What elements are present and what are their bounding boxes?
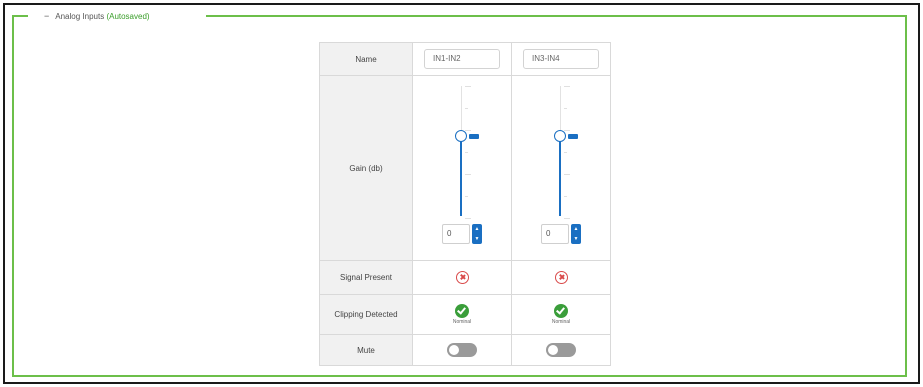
slider-thumb[interactable] (455, 129, 467, 142)
channel-1-clipping-cell: Nominal (412, 294, 512, 335)
channel-2-gain-spinner: 0 ▲ ▼ (541, 224, 581, 244)
channel-2-signal-cell (511, 260, 611, 295)
slider-scale-tick (564, 152, 567, 153)
slider-scale-tick (564, 218, 570, 219)
x-circle-icon (455, 271, 469, 284)
gain-row: Gain (db) 0 ▲ ▼ 0 ▲ ▼ (319, 75, 611, 261)
clipping-status-text: Nominal (551, 319, 571, 325)
clipping-status-text: Nominal (452, 319, 472, 325)
mute-row: Mute (319, 334, 611, 366)
name-label: Name (319, 42, 413, 76)
autosave-status: (Autosaved) (106, 12, 150, 21)
slider-scale-tick (465, 152, 468, 153)
panel-border-right (206, 15, 907, 17)
clipping-detected-row: Clipping Detected Nominal Nominal (319, 294, 611, 335)
slider-fill (460, 135, 462, 216)
panel-border-left (12, 15, 28, 17)
channel-1-gain-cell: 0 ▲ ▼ (412, 75, 512, 261)
check-circle-icon (554, 304, 568, 318)
channel-1-gain-slider[interactable]: 0 ▲ ▼ (413, 76, 511, 260)
signal-present-row: Signal Present (319, 260, 611, 295)
chevron-up-icon[interactable]: ▲ (472, 224, 482, 234)
check-circle-icon (455, 304, 469, 318)
slider-value-flag (568, 133, 578, 139)
toggle-knob (548, 345, 558, 355)
slider-thumb[interactable] (554, 129, 566, 142)
slider-scale-tick (465, 108, 468, 109)
slider-scale-tick (465, 196, 468, 197)
spinner-buttons: ▲ ▼ (472, 224, 482, 244)
slider-scale-tick (564, 86, 570, 87)
signal-present-label: Signal Present (319, 260, 413, 295)
channel-2-gain-slider[interactable]: 0 ▲ ▼ (512, 76, 610, 260)
chevron-up-icon[interactable]: ▲ (571, 224, 581, 234)
channel-1-name-cell: IN1-IN2 (412, 42, 512, 76)
name-row: Name IN1-IN2 IN3-IN4 (319, 42, 611, 76)
clipping-detected-label: Clipping Detected (319, 294, 413, 335)
gain-label: Gain (db) (319, 75, 413, 261)
toggle-knob (449, 345, 459, 355)
mute-label: Mute (319, 334, 413, 366)
chevron-down-icon[interactable]: ▼ (472, 234, 482, 244)
slider-scale-tick (564, 130, 570, 131)
slider-value-flag (469, 133, 479, 139)
slider-scale-tick (465, 218, 471, 219)
channel-1-name-input[interactable]: IN1-IN2 (424, 49, 500, 69)
slider-scale-tick (564, 196, 567, 197)
channel-2-name-cell: IN3-IN4 (511, 42, 611, 76)
analog-inputs-table: Name IN1-IN2 IN3-IN4 Gain (db) 0 ▲ ▼ 0 ▲… (319, 42, 611, 366)
channel-2-mute-toggle[interactable] (546, 343, 576, 357)
channel-2-name-input[interactable]: IN3-IN4 (523, 49, 599, 69)
channel-1-mute-cell (412, 334, 512, 366)
channel-1-mute-toggle[interactable] (447, 343, 477, 357)
slider-fill (559, 135, 561, 216)
panel-legend: − Analog Inputs (Autosaved) (44, 9, 150, 23)
channel-1-signal-cell (412, 260, 512, 295)
chevron-down-icon[interactable]: ▼ (571, 234, 581, 244)
channel-2-gain-input[interactable]: 0 (541, 224, 569, 244)
x-circle-icon (554, 271, 568, 284)
slider-scale-tick (465, 86, 471, 87)
spinner-buttons: ▲ ▼ (571, 224, 581, 244)
slider-scale-tick (465, 130, 471, 131)
channel-2-mute-cell (511, 334, 611, 366)
channel-1-gain-spinner: 0 ▲ ▼ (442, 224, 482, 244)
panel-title: Analog Inputs (55, 12, 105, 21)
collapse-icon[interactable]: − (44, 9, 49, 23)
channel-2-gain-cell: 0 ▲ ▼ (511, 75, 611, 261)
slider-scale-tick (465, 174, 471, 175)
channel-2-clipping-cell: Nominal (511, 294, 611, 335)
slider-scale-tick (564, 174, 570, 175)
channel-1-gain-input[interactable]: 0 (442, 224, 470, 244)
slider-scale-tick (564, 108, 567, 109)
